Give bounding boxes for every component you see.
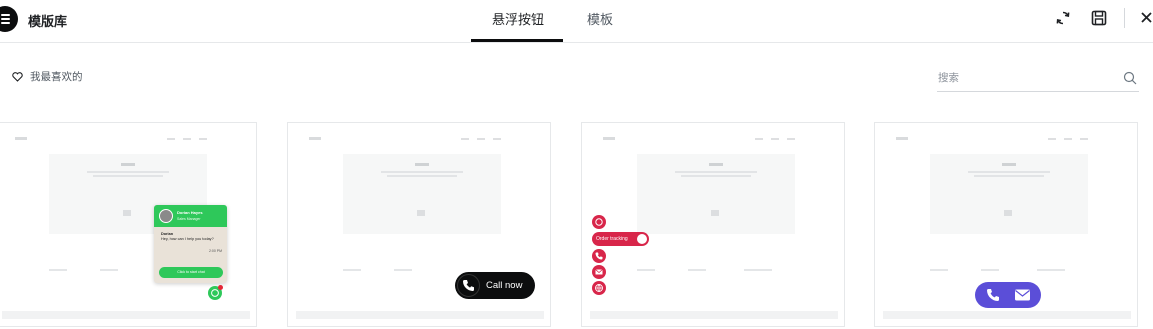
start-chat-button: Click to start chat xyxy=(159,267,223,278)
toolbar-divider xyxy=(1124,8,1125,28)
tab-templates[interactable]: 模板 xyxy=(587,9,613,28)
tab-floating-buttons[interactable]: 悬浮按钮 xyxy=(492,9,544,28)
chat-message: Hey, how can I help you today? xyxy=(161,237,214,241)
save-icon[interactable] xyxy=(1090,9,1108,27)
sync-icon[interactable] xyxy=(1054,9,1072,27)
template-card-call-now[interactable]: Call now xyxy=(287,122,551,327)
preview-image-icon xyxy=(711,210,719,216)
preview-image-icon xyxy=(123,210,131,216)
avatar xyxy=(159,209,173,223)
preview-hero xyxy=(637,154,795,234)
globe-icon xyxy=(592,281,606,295)
order-tracking-pill: Order tracking xyxy=(592,232,649,246)
preview-logo xyxy=(603,137,615,140)
search-icon[interactable] xyxy=(1123,71,1137,85)
email-icon xyxy=(1015,289,1030,301)
close-icon[interactable] xyxy=(1138,9,1153,27)
chat-header: Dorian Hayes Sales Manager xyxy=(154,205,227,227)
template-card-phone-email-bar[interactable] xyxy=(874,122,1138,327)
preview-logo xyxy=(896,137,908,140)
search-input[interactable] xyxy=(938,69,1108,87)
preview-nav-item xyxy=(167,138,175,140)
phone-icon xyxy=(457,274,480,297)
phone-icon xyxy=(987,289,999,301)
preview-nav-item xyxy=(199,138,207,140)
favorites-filter[interactable]: 我最喜欢的 xyxy=(12,69,83,84)
email-icon xyxy=(592,265,606,279)
preview-logo xyxy=(15,137,27,140)
whatsapp-icon xyxy=(592,215,606,229)
call-now-label: Call now xyxy=(486,280,523,291)
heart-icon xyxy=(12,71,23,82)
search-box xyxy=(937,66,1139,92)
preview-image-icon xyxy=(417,210,425,216)
phone-icon xyxy=(592,249,606,263)
template-card-whatsapp-chat[interactable]: Dorian Hayes Sales Manager Dorian Hey, h… xyxy=(0,122,257,327)
chat-bubble: Dorian Hey, how can I help you today? xyxy=(161,232,223,242)
order-tracking-label: Order tracking xyxy=(596,236,628,242)
top-bar: 模版库 悬浮按钮 模板 xyxy=(0,0,1153,43)
preview-nav-item xyxy=(183,138,191,140)
phone-email-bar xyxy=(975,282,1041,308)
library-logo-icon xyxy=(0,6,18,32)
preview-image-icon xyxy=(1004,210,1012,216)
favorites-label: 我最喜欢的 xyxy=(30,71,83,83)
preview-hero xyxy=(930,154,1088,234)
preview-hero xyxy=(343,154,501,234)
template-card-stacked-buttons[interactable]: Order tracking xyxy=(581,122,845,327)
agent-name: Dorian Hayes xyxy=(177,210,203,215)
messenger-icon xyxy=(637,234,647,244)
agent-role: Sales Manager xyxy=(177,217,201,221)
app-title: 模版库 xyxy=(28,14,68,29)
chat-time: 2:00 PM xyxy=(208,249,222,253)
preview-logo xyxy=(309,137,321,140)
whatsapp-chat-widget: Dorian Hayes Sales Manager Dorian Hey, h… xyxy=(154,205,227,283)
active-tab-indicator xyxy=(471,39,563,42)
notification-dot xyxy=(218,285,223,290)
call-now-button: Call now xyxy=(455,272,535,299)
